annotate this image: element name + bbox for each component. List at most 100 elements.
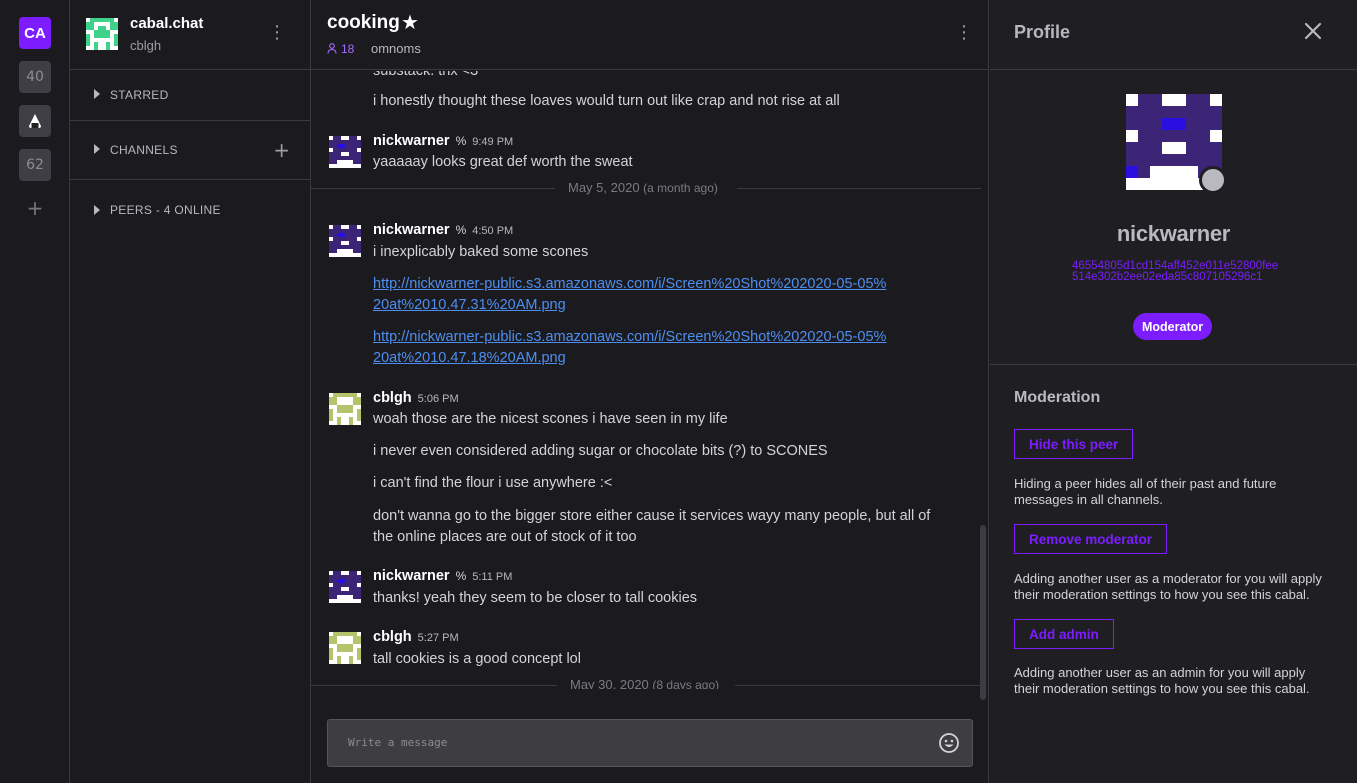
add-admin-help: Adding another user as an admin for you … [1014,665,1310,696]
caret-right-icon [94,205,100,215]
section-channels[interactable]: CHANNELS + [70,121,310,180]
workspace-button-onigiri[interactable] [19,105,51,137]
timestamp: 5:11 PM [472,571,513,583]
message-link: http://nickwarner-public.s3.amazonaws.co… [373,274,893,316]
sidebar: cabal.chat cblgh ⋮ STARRED CHANNELS + PE… [70,0,311,783]
profile-public-key: 46554805d1cd154aff452e011e52800fee514e30… [1072,260,1279,283]
message-list: substack. thx <3 i honestly thought thes… [311,71,989,689]
profile-title: Profile [1014,22,1071,42]
message-header: cblgh 5:27 PM [373,629,459,645]
remove-moderator-button[interactable]: Remove moderator [1014,524,1168,554]
channel-topic: omnoms [371,41,421,56]
moderator-badge: % [455,223,467,237]
divider-label: May 30, 2020 (8 days ago) [570,677,719,689]
cabal-header: cabal.chat cblgh ⋮ [70,0,310,70]
onigiri-icon [29,114,41,128]
workspace-button-62[interactable]: 62 [19,149,51,181]
message-text: i inexplicably baked some scones [373,244,589,260]
date-divider: May 30, 2020 (8 days ago) [311,677,981,689]
caret-right-icon [94,144,100,154]
cabal-avatar [86,18,118,50]
message-text: i never even considered adding sugar or … [373,443,828,459]
divider [990,364,1357,365]
add-admin-button[interactable]: Add admin [1014,619,1114,649]
message-text: i honestly thought these loaves would tu… [373,93,840,109]
close-icon[interactable] [1303,21,1323,41]
timestamp: 4:50 PM [472,225,514,237]
date-divider: May 5, 2020 (a month ago) [311,180,981,195]
message-text: woah those are the nicest scones i have … [373,411,728,427]
divider-relative: (8 days ago) [652,678,720,689]
channel-name: cooking [327,12,400,33]
workspace-label: 40 [26,69,44,85]
profile-panel: Profile nickwarner 46554805d1cd154aff452… [990,0,1357,783]
star-icon[interactable]: ★ [401,10,419,34]
divider-line [311,685,557,686]
hide-peer-help: Hiding a peer hides all of their past an… [1014,476,1277,507]
author-name[interactable]: cblgh [373,629,412,645]
author-name[interactable]: nickwarner [373,568,450,584]
section-label: STARRED [110,88,169,102]
avatar [329,225,361,257]
hide-peer-button[interactable]: Hide this peer [1014,429,1134,459]
member-count[interactable]: 18 [327,42,354,56]
message-scrollbar[interactable] [980,525,986,700]
author-name[interactable]: cblgh [373,390,412,406]
avatar [329,632,361,664]
divider-line [737,188,981,189]
moderator-badge: % [455,569,467,583]
cabal-menu-kebab-icon[interactable]: ⋮ [268,24,286,42]
avatar [329,393,361,425]
caret-right-icon [94,89,100,99]
channel-header: cooking ★ 18 omnoms ⋮ [311,0,989,70]
plus-icon: + [26,196,44,220]
profile-header: Profile [990,0,1357,70]
moderation-title: Moderation [1014,389,1101,406]
divider-date: May 30, 2020 [570,677,649,689]
image-link[interactable]: http://nickwarner-public.s3.amazonaws.co… [373,276,886,313]
message-text: don't wanna go to the bigger store eithe… [373,508,931,545]
message-header: cblgh 5:06 PM [373,390,459,406]
message-header: nickwarner% 4:50 PM [373,222,513,238]
workspace-rail: CA 40 62 + [0,0,70,783]
workspace-label: CA [24,24,46,42]
section-starred[interactable]: STARRED [70,71,310,121]
presence-indicator [1199,166,1227,194]
message-link: http://nickwarner-public.s3.amazonaws.co… [373,327,893,369]
current-username: cblgh [130,38,162,53]
author-name[interactable]: nickwarner [373,222,450,238]
message-text: thanks! yeah they seem to be closer to t… [373,590,698,606]
divider-relative: (a month ago) [643,181,718,195]
role-badge: Moderator [1133,313,1213,340]
message-composer[interactable]: Write a message [327,719,973,767]
message-text: substack. thx <3 [373,71,479,79]
section-label: CHANNELS [110,143,178,157]
divider-line [311,188,555,189]
divider-date: May 5, 2020 [568,180,640,195]
message-input[interactable]: Write a message [348,736,447,749]
divider-label: May 5, 2020 (a month ago) [568,180,718,195]
timestamp: 5:27 PM [417,632,459,644]
message-header: nickwarner% 5:11 PM [373,568,512,584]
profile-name: nickwarner [1116,221,1231,246]
add-channel-plus-icon[interactable]: + [273,138,290,162]
section-peers[interactable]: PEERS - 4 ONLINE [70,180,310,240]
avatar [329,571,361,603]
section-label: PEERS - 4 ONLINE [110,203,221,217]
image-link[interactable]: http://nickwarner-public.s3.amazonaws.co… [373,329,886,366]
member-count-value: 18 [341,42,355,56]
author-name[interactable]: nickwarner [373,133,450,149]
workspace-button-ca[interactable]: CA [19,17,51,49]
timestamp: 5:06 PM [417,393,459,405]
channel-menu-kebab-icon[interactable]: ⋮ [955,24,973,42]
divider-line [735,685,981,686]
cabal-name: cabal.chat [130,15,204,32]
avatar [329,136,361,168]
message-text: yaaaaay looks great def worth the sweat [373,154,633,170]
workspace-label: 62 [26,157,44,173]
channel-view: cooking ★ 18 omnoms ⋮ substack. thx <3 i… [311,0,989,783]
workspace-button-40[interactable]: 40 [19,61,51,93]
emoji-icon[interactable] [938,732,960,754]
add-workspace-button[interactable]: + [19,192,51,224]
message-header: nickwarner% 9:49 PM [373,133,513,149]
